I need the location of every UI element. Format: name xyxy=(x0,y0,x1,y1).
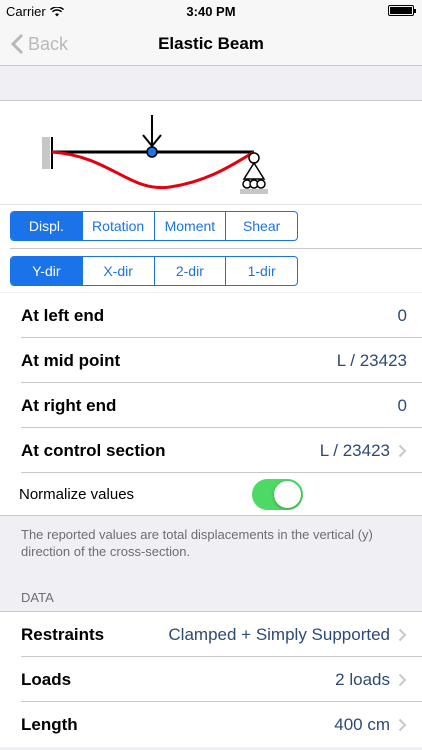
tab-y-dir[interactable]: Y-dir xyxy=(11,257,82,285)
status-bar: Carrier 3:40 PM xyxy=(0,0,422,22)
battery-icon xyxy=(388,5,416,16)
direction-segmented-control: Y-dir X-dir 2-dir 1-dir xyxy=(10,256,298,286)
load-point-icon xyxy=(146,146,158,158)
chevron-right-icon xyxy=(398,444,407,457)
tab-moment[interactable]: Moment xyxy=(153,212,226,240)
result-label: At control section xyxy=(21,440,166,460)
data-value: 400 cm xyxy=(334,714,390,734)
page-title: Elastic Beam xyxy=(158,34,264,53)
data-value: Clamped + Simply Supported xyxy=(168,624,390,644)
tab-shear[interactable]: Shear xyxy=(225,212,297,240)
result-row-mid-point: At mid point L / 23423 xyxy=(0,338,422,383)
controls-panel: Displ. Rotation Moment Shear Y-dir X-dir… xyxy=(0,204,422,292)
normalize-label: Normalize values xyxy=(19,485,135,503)
chevron-right-icon xyxy=(398,673,407,686)
result-row-left-end: At left end 0 xyxy=(0,293,422,338)
tab-x-dir[interactable]: X-dir xyxy=(81,257,154,285)
data-row-restraints[interactable]: Restraints Clamped + Simply Supported xyxy=(0,612,422,657)
result-label: At left end xyxy=(21,305,105,325)
normalize-toggle[interactable] xyxy=(252,478,303,510)
data-row-loads[interactable]: Loads 2 loads xyxy=(0,657,422,702)
data-section-header: DATA xyxy=(21,590,54,605)
data-label: Restraints xyxy=(21,624,105,644)
result-value: L / 23423 xyxy=(319,440,390,460)
result-row-right-end: At right end 0 xyxy=(0,383,422,428)
result-value: 0 xyxy=(397,395,407,415)
navigation-bar: Back Elastic Beam xyxy=(0,22,422,66)
tab-displacement[interactable]: Displ. xyxy=(11,212,82,240)
data-label: Length xyxy=(21,714,78,734)
data-row-length[interactable]: Length 400 cm xyxy=(0,702,422,747)
beam-diagram-panel xyxy=(0,100,422,204)
section-footer-note: The reported values are total displaceme… xyxy=(21,527,373,559)
tab-2-dir[interactable]: 2-dir xyxy=(153,257,226,285)
result-label: At mid point xyxy=(21,350,121,370)
result-value: 0 xyxy=(397,305,407,325)
divider xyxy=(10,248,422,249)
result-row-control-section[interactable]: At control section L / 23423 xyxy=(0,428,422,473)
beam-diagram xyxy=(42,115,268,194)
data-value: 2 loads xyxy=(335,669,390,689)
tab-rotation[interactable]: Rotation xyxy=(81,212,154,240)
clock: 3:40 PM xyxy=(186,4,236,19)
result-label: At right end xyxy=(21,395,117,415)
data-label: Loads xyxy=(21,669,72,689)
normalize-row: Normalize values xyxy=(0,473,422,515)
chevron-right-icon xyxy=(398,718,407,731)
clamped-support-icon xyxy=(42,137,50,169)
tab-1-dir[interactable]: 1-dir xyxy=(225,257,297,285)
result-type-segmented-control: Displ. Rotation Moment Shear xyxy=(10,211,298,241)
divider xyxy=(0,515,422,516)
result-value: L / 23423 xyxy=(336,350,407,370)
chevron-right-icon xyxy=(398,628,407,641)
